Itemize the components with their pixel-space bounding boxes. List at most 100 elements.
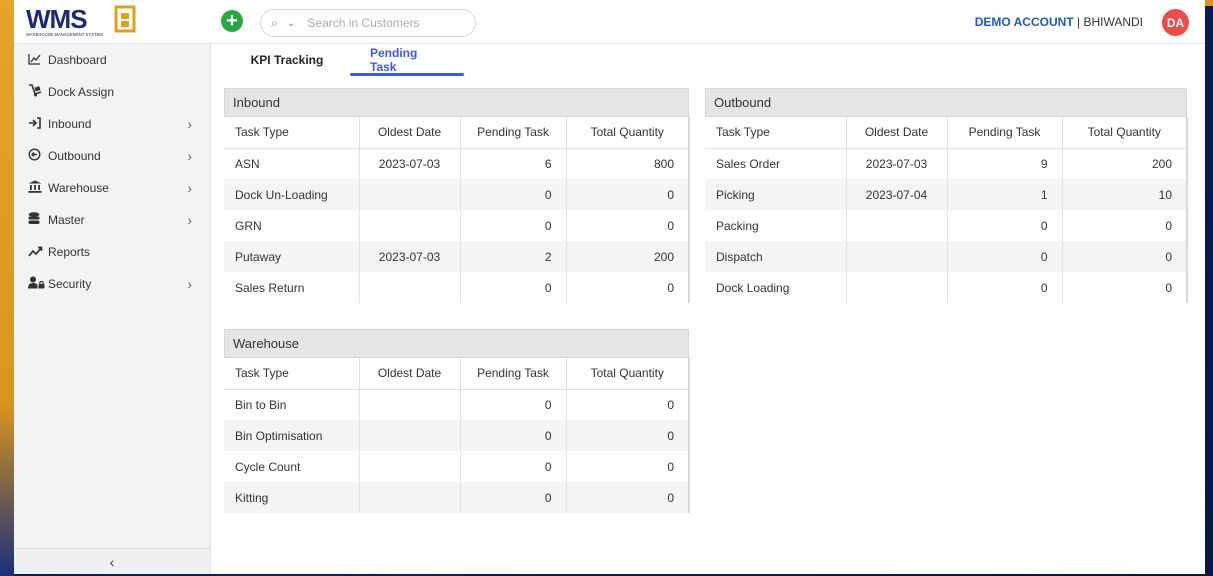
pending-task-cell: 0 — [460, 272, 567, 303]
column-header[interactable]: Total Quantity — [1062, 117, 1188, 149]
chart-line-icon — [28, 53, 48, 68]
panel-title: Inbound — [224, 88, 689, 117]
table-row[interactable]: Sales Order 2023-07-03 9 200 — [705, 148, 1188, 179]
sidebar-item-inbound[interactable]: Inbound › — [14, 108, 210, 140]
table-row[interactable]: ASN 2023-07-03 6 800 — [224, 148, 690, 179]
chevron-right-icon: › — [187, 212, 192, 228]
sidebar-item-security[interactable]: Security › — [14, 268, 210, 300]
task-type-cell: Sales Order — [705, 148, 847, 179]
avatar[interactable]: DA — [1162, 9, 1189, 36]
svg-text:WMS: WMS — [26, 4, 87, 34]
sidebar: Dashboard Dock Assign Inbound › Outbound… — [14, 44, 211, 574]
background-accent-left — [0, 0, 14, 576]
dolly-icon — [28, 84, 48, 100]
sidebar-item-dashboard[interactable]: Dashboard — [14, 44, 210, 76]
tab-bar: KPI Tracking Pending Task — [224, 44, 464, 76]
column-header[interactable]: Total Quantity — [566, 358, 690, 390]
table-row[interactable]: Picking 2023-07-04 1 10 — [705, 179, 1188, 210]
oldest-date-cell — [359, 179, 461, 210]
table-row[interactable]: Bin Optimisation 0 0 — [224, 420, 690, 451]
table-row[interactable]: Packing 0 0 — [705, 210, 1188, 241]
total-quantity-cell: 0 — [566, 482, 690, 513]
total-quantity-cell: 0 — [566, 210, 690, 241]
table-row[interactable]: Dock Loading 0 0 — [705, 272, 1188, 303]
oldest-date-cell: 2023-07-04 — [846, 179, 948, 210]
table-row[interactable]: Putaway 2023-07-03 2 200 — [224, 241, 690, 272]
pending-task-cell: 0 — [947, 272, 1063, 303]
task-type-cell: Sales Return — [224, 272, 360, 303]
add-button[interactable]: + — [221, 10, 243, 32]
account-location: BHIWANDI — [1083, 15, 1143, 29]
sidebar-item-master[interactable]: Master › — [14, 204, 210, 236]
table-header-row: Task Type Oldest Date Pending Task Total… — [705, 117, 1188, 149]
table-row[interactable]: GRN 0 0 — [224, 210, 690, 241]
table-row[interactable]: Dock Un-Loading 0 0 — [224, 179, 690, 210]
table-header-row: Task Type Oldest Date Pending Task Total… — [224, 117, 690, 149]
pending-task-cell: 2 — [460, 241, 567, 272]
column-header[interactable]: Oldest Date — [359, 117, 461, 149]
column-header[interactable]: Task Type — [224, 117, 360, 149]
panel-title: Outbound — [705, 88, 1187, 117]
sidebar-item-reports[interactable]: Reports — [14, 236, 210, 268]
task-type-cell: Dispatch — [705, 241, 847, 272]
total-quantity-cell: 0 — [566, 420, 690, 451]
chevron-right-icon: › — [187, 148, 192, 164]
chevron-down-icon[interactable]: ⌄ — [287, 18, 295, 29]
account-info[interactable]: DEMO ACCOUNT | BHIWANDI — [975, 15, 1143, 29]
search-icon[interactable]: ⌕ — [271, 16, 285, 31]
account-name[interactable]: DEMO ACCOUNT — [975, 15, 1074, 29]
oldest-date-cell — [359, 420, 461, 451]
total-quantity-cell: 0 — [1062, 241, 1188, 272]
column-header[interactable]: Oldest Date — [359, 358, 461, 390]
sidebar-item-outbound[interactable]: Outbound › — [14, 140, 210, 172]
svg-text:WAREHOUSE MANAGEMENT SYSTEM: WAREHOUSE MANAGEMENT SYSTEM — [26, 32, 103, 37]
task-type-cell: Putaway — [224, 241, 360, 272]
app-window: WMS WAREHOUSE MANAGEMENT SYSTEM + ⌕ ⌄ DE… — [14, 0, 1205, 574]
database-icon — [28, 212, 48, 228]
task-type-cell: Bin to Bin — [224, 389, 360, 420]
total-quantity-cell: 0 — [566, 272, 690, 303]
table-row[interactable]: Bin to Bin 0 0 — [224, 389, 690, 420]
tab-pending-task[interactable]: Pending Task — [350, 44, 464, 76]
sidebar-collapse-button[interactable]: ‹ — [14, 548, 210, 574]
oldest-date-cell — [359, 272, 461, 303]
tab-kpi-tracking[interactable]: KPI Tracking — [224, 44, 350, 76]
sidebar-item-label: Inbound — [48, 117, 92, 131]
column-header[interactable]: Total Quantity — [566, 117, 690, 149]
column-header[interactable]: Pending Task — [460, 358, 567, 390]
sidebar-item-dock-assign[interactable]: Dock Assign — [14, 76, 210, 108]
pending-task-cell: 0 — [460, 420, 567, 451]
search-box[interactable]: ⌕ ⌄ — [260, 9, 476, 37]
top-header: WMS WAREHOUSE MANAGEMENT SYSTEM + ⌕ ⌄ DE… — [14, 0, 1205, 44]
user-lock-icon — [28, 276, 48, 292]
column-header[interactable]: Pending Task — [947, 117, 1063, 149]
table-row[interactable]: Kitting 0 0 — [224, 482, 690, 513]
warehouse-table: Task Type Oldest Date Pending Task Total… — [224, 358, 690, 513]
task-type-cell: Dock Un-Loading — [224, 179, 360, 210]
chevron-left-icon[interactable]: ‹ — [110, 554, 115, 570]
column-header[interactable]: Task Type — [224, 358, 360, 390]
pending-task-cell: 0 — [460, 451, 567, 482]
wms-logo[interactable]: WMS WAREHOUSE MANAGEMENT SYSTEM — [24, 4, 150, 38]
task-type-cell: Cycle Count — [224, 451, 360, 482]
column-header[interactable]: Pending Task — [460, 117, 567, 149]
oldest-date-cell — [359, 451, 461, 482]
pending-task-cell: 0 — [460, 389, 567, 420]
task-type-cell: Bin Optimisation — [224, 420, 360, 451]
table-row[interactable]: Sales Return 0 0 — [224, 272, 690, 303]
table-row[interactable]: Cycle Count 0 0 — [224, 451, 690, 482]
table-row[interactable]: Dispatch 0 0 — [705, 241, 1188, 272]
sidebar-item-label: Dashboard — [48, 53, 107, 67]
column-header[interactable]: Task Type — [705, 117, 847, 149]
sidebar-item-label: Reports — [48, 245, 91, 259]
chevron-right-icon: › — [187, 276, 192, 292]
sidebar-item-label: Dock Assign — [48, 85, 115, 99]
column-header[interactable]: Oldest Date — [846, 117, 948, 149]
account-separator: | — [1073, 15, 1084, 29]
sidebar-item-warehouse[interactable]: Warehouse › — [14, 172, 210, 204]
task-type-cell: ASN — [224, 148, 360, 179]
search-input[interactable] — [307, 16, 448, 30]
total-quantity-cell: 800 — [566, 148, 690, 179]
trend-up-icon — [28, 245, 48, 260]
inbound-panel: Inbound Task Type Oldest Date Pending Ta… — [224, 88, 690, 303]
